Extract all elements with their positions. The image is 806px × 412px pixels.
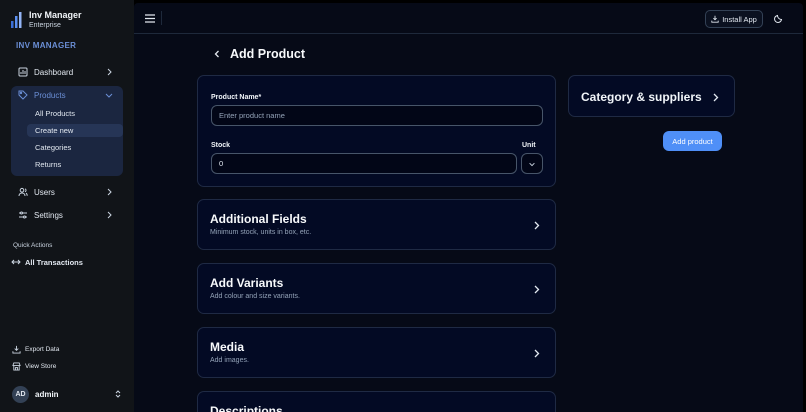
sidebar-item-label: Products xyxy=(34,90,66,100)
quick-action-label: All Transactions xyxy=(25,257,83,267)
category-suppliers-card[interactable]: Category & suppliers xyxy=(568,75,735,117)
download-icon xyxy=(12,345,21,354)
section-title: Additional Fields xyxy=(210,212,307,226)
avatar: AD xyxy=(12,385,29,403)
chevron-right-icon xyxy=(711,92,720,103)
submenu-item-returns[interactable]: Returns xyxy=(27,158,123,171)
store-icon xyxy=(12,362,21,371)
topbar-divider xyxy=(161,11,162,25)
chevron-down-icon xyxy=(104,90,114,100)
arrows-left-right-icon xyxy=(11,257,21,267)
users-icon xyxy=(18,187,28,197)
chevron-right-icon xyxy=(104,210,114,220)
main-content: Install App Add Product Product Name* St… xyxy=(134,3,803,412)
products-submenu: All Products Create new Categories Retur… xyxy=(11,104,123,176)
sidebar-item-label: Users xyxy=(34,187,55,197)
bar-chart-logo-icon xyxy=(11,12,23,28)
sidebar-item-label: Dashboard xyxy=(34,67,74,77)
page-header: Add Product xyxy=(212,47,305,61)
sidebar: Inv Manager Enterprise INV MANAGER Dashb… xyxy=(0,0,134,412)
brand-title: Inv Manager xyxy=(29,10,82,20)
sidebar-item-label: Settings xyxy=(34,210,63,220)
section-title: Descriptions xyxy=(210,404,283,412)
section-description: Add colour and size variants. xyxy=(210,293,300,300)
quick-action-all-transactions[interactable]: All Transactions xyxy=(11,257,83,267)
descriptions-card[interactable]: Descriptions xyxy=(197,391,556,412)
dashboard-icon xyxy=(18,67,28,77)
section-title: Add Variants xyxy=(210,276,284,290)
user-menu[interactable]: AD admin xyxy=(12,385,124,403)
media-card[interactable]: Media Add images. xyxy=(197,327,556,378)
top-bar: Install App xyxy=(134,3,803,34)
submenu-item-all-products[interactable]: All Products xyxy=(27,107,123,120)
export-data-label: Export Data xyxy=(25,346,60,353)
sidebar-section-label: INV MANAGER xyxy=(16,41,77,50)
chevron-down-icon xyxy=(528,160,536,168)
chevron-right-icon xyxy=(532,220,541,231)
unit-label: Unit xyxy=(522,142,536,149)
submenu-item-create-new[interactable]: Create new xyxy=(27,124,123,137)
chevron-right-icon xyxy=(104,67,114,77)
export-data-link[interactable]: Export Data xyxy=(12,345,59,354)
tag-icon xyxy=(18,90,28,100)
stock-label: Stock xyxy=(211,142,231,149)
category-suppliers-title: Category & suppliers xyxy=(581,90,702,104)
product-form-card: Product Name* Stock Unit xyxy=(197,75,556,187)
brand[interactable]: Inv Manager Enterprise xyxy=(11,10,82,30)
menu-toggle-icon[interactable] xyxy=(144,13,156,24)
download-icon xyxy=(711,15,719,23)
chevron-right-icon xyxy=(104,187,114,197)
back-chevron-icon[interactable] xyxy=(212,49,222,59)
add-variants-card[interactable]: Add Variants Add colour and size variant… xyxy=(197,263,556,314)
unit-select[interactable] xyxy=(521,153,543,174)
sidebar-item-settings[interactable]: Settings xyxy=(11,206,123,224)
chevron-right-icon xyxy=(532,348,541,359)
additional-fields-card[interactable]: Additional Fields Minimum stock, units i… xyxy=(197,199,556,250)
quick-actions-label: Quick Actions xyxy=(13,242,53,249)
chevron-right-icon xyxy=(532,284,541,295)
sidebar-item-dashboard[interactable]: Dashboard xyxy=(11,63,123,81)
brand-subtitle: Enterprise xyxy=(29,22,61,29)
settings-sliders-icon xyxy=(18,210,28,220)
page-title: Add Product xyxy=(230,47,305,61)
view-store-link[interactable]: View Store xyxy=(12,362,56,371)
moon-icon[interactable] xyxy=(774,13,784,23)
section-description: Add images. xyxy=(210,357,249,364)
sidebar-item-products[interactable]: Products xyxy=(11,86,123,104)
add-product-button[interactable]: Add product xyxy=(663,131,722,151)
view-store-label: View Store xyxy=(25,363,57,370)
install-app-button[interactable]: Install App xyxy=(705,10,763,28)
submenu-item-categories[interactable]: Categories xyxy=(27,141,123,154)
install-app-label: Install App xyxy=(722,14,757,24)
section-description: Minimum stock, units in box, etc. xyxy=(210,229,312,236)
sidebar-item-users[interactable]: Users xyxy=(11,183,123,201)
stock-input[interactable] xyxy=(211,153,517,174)
product-name-input[interactable] xyxy=(211,105,543,126)
section-title: Media xyxy=(210,340,245,354)
product-name-label: Product Name* xyxy=(211,94,262,101)
username: admin xyxy=(35,389,59,399)
chevron-up-down-icon xyxy=(114,389,122,399)
